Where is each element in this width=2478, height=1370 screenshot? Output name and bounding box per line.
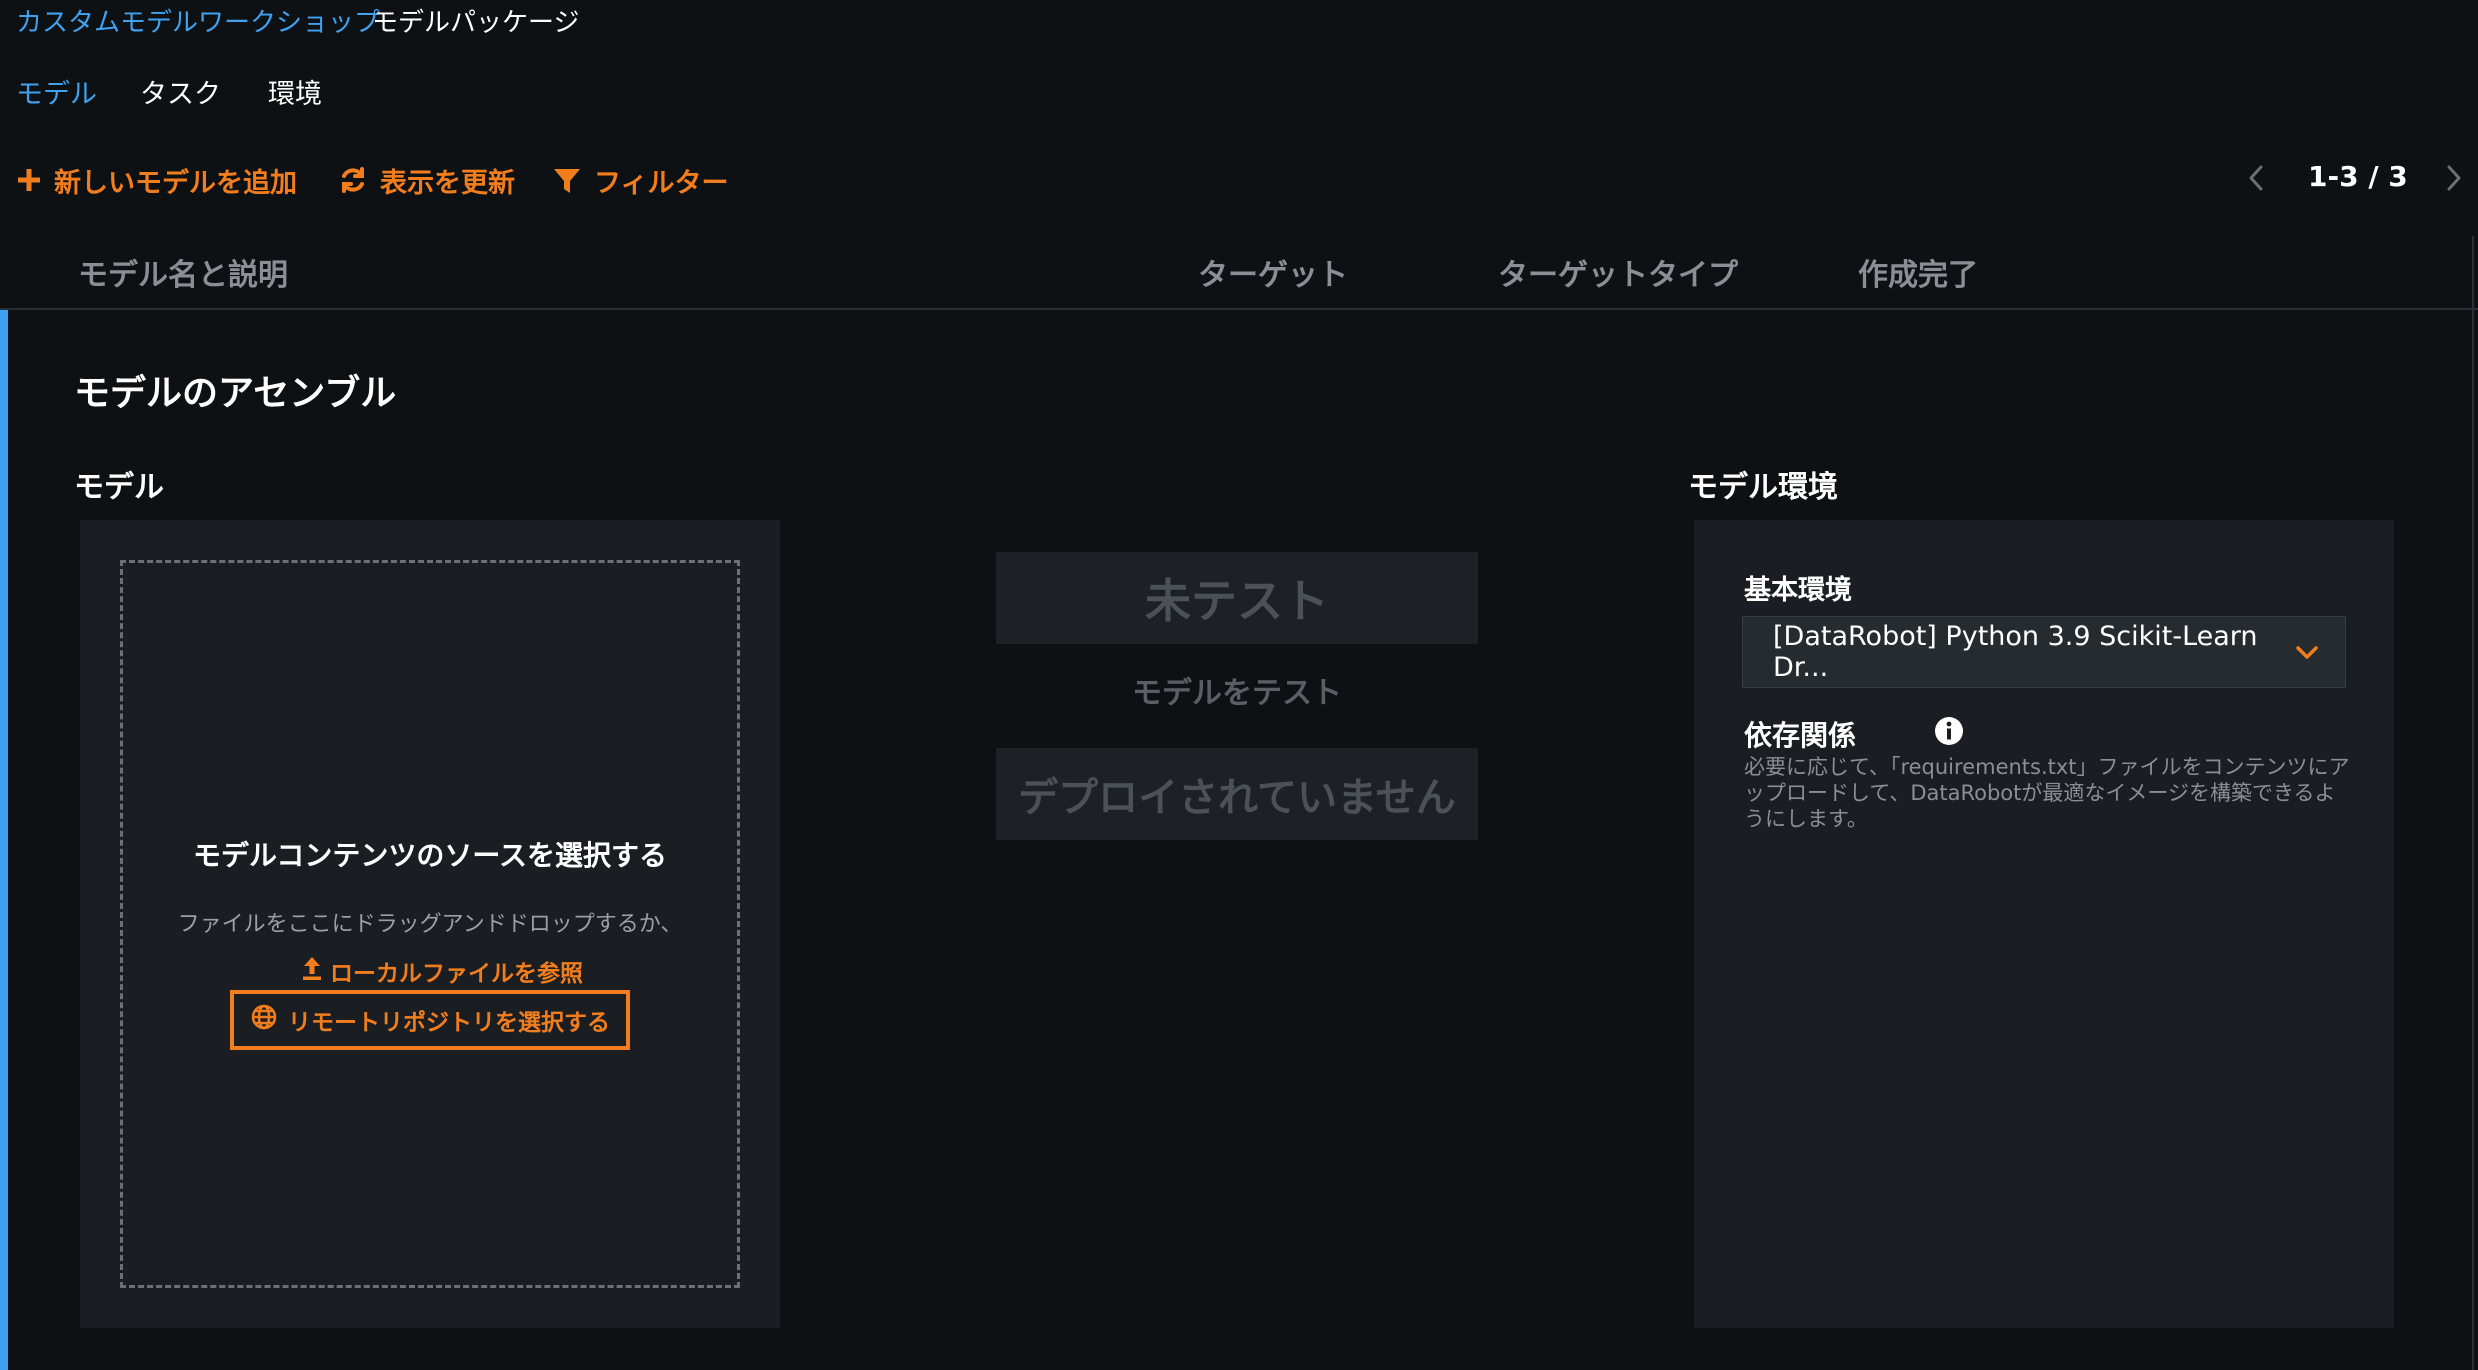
add-model-button[interactable]: 新しいモデルを追加 <box>16 158 297 202</box>
column-header-name[interactable]: モデル名と説明 <box>78 250 288 294</box>
tab-models[interactable]: モデル <box>16 72 97 111</box>
column-header-created[interactable]: 作成完了 <box>1858 250 1978 294</box>
untested-status-badge: 未テスト <box>996 552 1478 644</box>
plus-icon <box>16 167 42 193</box>
dropzone-hint: ファイルをここにドラッグアンドドロップするか、 <box>177 912 683 937</box>
base-environment-value: [DataRobot] Python 3.9 Scikit-Learn Dr..… <box>1773 621 2258 683</box>
selected-row-accent <box>0 310 8 1370</box>
environment-section-title: モデル環境 <box>1688 470 1838 505</box>
dependencies-description: 必要に応じて、「requirements.txt」ファイルをコンテンツにアップロ… <box>1744 755 2350 831</box>
not-deployed-status-badge: デプロイされていません <box>996 748 1478 840</box>
model-section-title: モデル <box>74 470 164 505</box>
browse-local-label: ローカルファイルを参照 <box>330 961 583 987</box>
column-header-target-type[interactable]: ターゲットタイプ <box>1498 250 1738 294</box>
globe-icon <box>250 1003 278 1037</box>
filter-label: フィルター <box>594 167 729 199</box>
refresh-label: 表示を更新 <box>380 167 515 199</box>
breadcrumb-workshop-link[interactable]: カスタムモデルワークショップ <box>16 2 380 39</box>
browse-local-file-button[interactable]: ローカルファイルを参照 <box>300 954 583 988</box>
column-header-target[interactable]: ターゲット <box>1198 250 1348 294</box>
tab-tasks[interactable]: タスク <box>140 72 221 111</box>
select-remote-label: リモートリポジトリを選択する <box>288 1010 610 1036</box>
breadcrumb-current: モデルパッケージ <box>372 8 580 38</box>
refresh-icon <box>338 165 368 195</box>
filter-button[interactable]: フィルター <box>552 158 728 202</box>
test-model-button[interactable]: モデルをテスト <box>996 668 1478 712</box>
base-environment-label: 基本環境 <box>1744 575 1852 606</box>
assembly-title: モデルのアセンブル <box>74 373 397 414</box>
chevron-left-icon[interactable] <box>2236 158 2276 198</box>
dependencies-label: 依存関係 <box>1744 719 1857 752</box>
base-environment-select[interactable]: [DataRobot] Python 3.9 Scikit-Learn Dr..… <box>1742 616 2346 688</box>
chevron-down-icon <box>2295 637 2319 668</box>
scrollbar-track[interactable] <box>2472 236 2474 1370</box>
select-remote-repository-button[interactable]: リモートリポジトリを選択する <box>230 990 630 1050</box>
dropzone-title: モデルコンテンツのソースを選択する <box>192 839 668 872</box>
add-model-label: 新しいモデルを追加 <box>54 167 297 199</box>
refresh-button[interactable]: 表示を更新 <box>338 158 515 202</box>
pagination-count: 1-3 / 3 <box>2308 160 2408 193</box>
upload-icon <box>300 955 324 987</box>
tab-environments[interactable]: 環境 <box>268 72 322 111</box>
chevron-right-icon[interactable] <box>2434 158 2474 198</box>
info-icon[interactable] <box>1934 716 1964 750</box>
filter-icon <box>552 165 582 195</box>
